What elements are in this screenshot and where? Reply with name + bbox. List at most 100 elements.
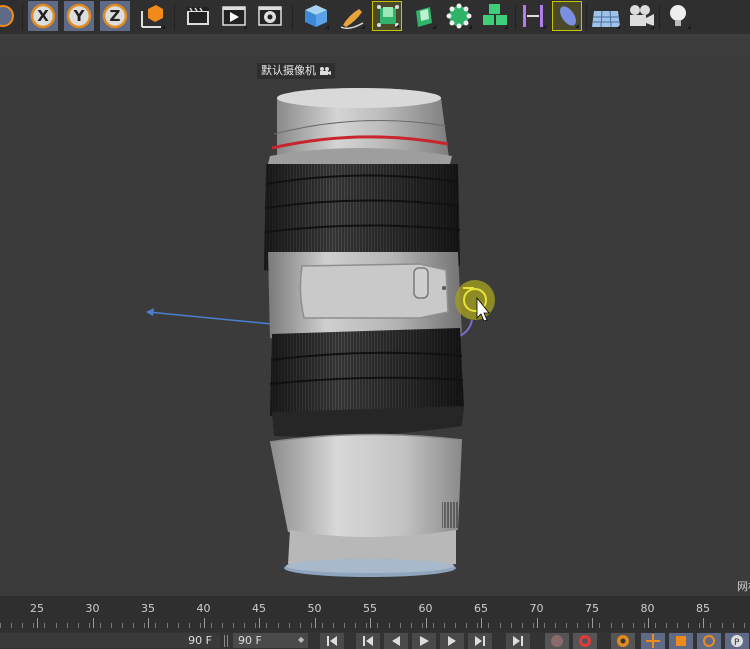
ruler-minor-tick	[77, 623, 79, 628]
subdivision-button[interactable]	[372, 1, 402, 31]
cube-button[interactable]	[301, 1, 331, 31]
scale-icon	[676, 636, 686, 646]
next-key-button[interactable]	[468, 633, 492, 649]
ruler-minor-tick	[643, 623, 645, 628]
ruler-label: 35	[141, 602, 155, 615]
ruler-minor-tick	[555, 623, 556, 628]
parameter-key-button[interactable]: P	[725, 633, 749, 649]
ruler-label: 45	[252, 602, 266, 615]
autokey-button[interactable]	[573, 633, 597, 649]
light-button[interactable]	[663, 1, 693, 31]
view-menu-strip	[0, 34, 750, 56]
ruler-minor-tick	[244, 623, 246, 628]
camera-label[interactable]: 默认摄像机	[257, 63, 335, 79]
ruler-minor-tick	[410, 623, 412, 628]
ruler-minor-tick	[654, 623, 656, 628]
previous-frame-icon	[392, 636, 400, 646]
ruler-major-tick	[536, 618, 538, 628]
ruler-minor-tick	[44, 623, 46, 628]
ruler-major-tick	[647, 618, 649, 628]
coordinate-system-icon	[0, 5, 14, 27]
playback-controls: 90 F 90 F ◆ P	[0, 632, 750, 649]
ruler-minor-tick	[22, 623, 24, 628]
floor-button[interactable]	[590, 1, 622, 31]
go-to-end-button[interactable]	[506, 633, 530, 649]
coordinate-system-button[interactable]	[0, 1, 18, 31]
axis-x-button[interactable]: X	[28, 1, 58, 31]
ruler-minor-tick	[455, 623, 457, 628]
render-view-button[interactable]	[183, 1, 213, 31]
ruler-minor-tick	[610, 623, 612, 628]
ruler-minor-tick	[699, 623, 701, 628]
svg-text:P: P	[734, 638, 740, 648]
ruler-minor-tick	[0, 623, 1, 628]
deformer-button[interactable]	[518, 1, 548, 31]
play-icon	[420, 636, 429, 646]
play-button[interactable]	[412, 633, 436, 649]
ruler-minor-tick	[710, 623, 712, 628]
record-keys-button[interactable]	[545, 633, 569, 649]
camera-button[interactable]	[626, 1, 656, 31]
ruler-minor-tick	[233, 623, 235, 628]
gear-icon	[617, 635, 629, 647]
ruler-label: 25	[30, 602, 44, 615]
render-picture-viewer-button[interactable]	[219, 1, 249, 31]
position-key-button[interactable]	[641, 633, 665, 649]
ruler-minor-tick	[521, 623, 523, 628]
ruler-minor-tick	[421, 623, 423, 628]
ruler-minor-tick	[88, 623, 90, 628]
world-coordinates-button[interactable]	[137, 1, 167, 31]
ruler-minor-tick	[432, 623, 434, 628]
ruler-minor-tick	[666, 623, 667, 628]
axis-x-label: X	[37, 7, 49, 25]
ruler-minor-tick	[122, 623, 124, 628]
ruler-minor-tick	[333, 623, 334, 628]
bend-button[interactable]	[552, 1, 582, 31]
axis-z-label: Z	[109, 7, 121, 25]
next-frame-button[interactable]	[440, 633, 464, 649]
end-frame-input[interactable]: 90 F	[233, 633, 308, 648]
ruler-minor-tick	[288, 623, 290, 628]
ruler-major-tick	[203, 618, 205, 628]
render-settings-icon	[258, 6, 282, 26]
ruler-minor-tick	[532, 623, 534, 628]
timeline-ruler[interactable]: 25 30 35 40 45 50 55 60 65 70 75 80 85	[0, 596, 750, 632]
ruler-minor-tick	[488, 623, 490, 628]
ruler-minor-tick	[177, 623, 179, 628]
ruler-label: 55	[363, 602, 377, 615]
pen-button[interactable]	[337, 1, 367, 31]
ruler-minor-tick	[444, 623, 445, 628]
keyframe-selection-button[interactable]	[611, 633, 635, 649]
render-settings-button[interactable]	[255, 1, 285, 31]
ruler-minor-tick	[399, 623, 401, 628]
ruler-label: 80	[640, 602, 655, 615]
previous-key-button[interactable]	[356, 633, 380, 649]
grid-spacing-label: 网格	[737, 580, 750, 593]
axis-y-button[interactable]: Y	[64, 1, 94, 31]
spinner-arrows-icon[interactable]: ◆	[298, 635, 304, 644]
3d-viewport[interactable]	[0, 56, 750, 596]
ruler-minor-tick	[199, 623, 201, 628]
ruler-minor-tick	[33, 623, 35, 628]
axis-z-button[interactable]: Z	[100, 1, 130, 31]
ruler-minor-tick	[477, 623, 479, 628]
ruler-label: 75	[585, 602, 599, 615]
ruler-minor-tick	[466, 623, 468, 628]
ruler-minor-tick	[255, 623, 257, 628]
ruler-minor-tick	[133, 623, 135, 628]
ruler-minor-tick	[111, 623, 112, 628]
rotation-key-button[interactable]	[697, 633, 721, 649]
ruler-minor-tick	[188, 623, 190, 628]
ruler-label: 65	[474, 602, 488, 615]
go-to-start-button[interactable]	[320, 633, 344, 649]
ruler-minor-tick	[588, 623, 590, 628]
ruler-minor-tick	[632, 623, 634, 628]
ruler-minor-tick	[743, 623, 745, 628]
ruler-minor-tick	[155, 623, 157, 628]
render-view-icon	[187, 7, 209, 25]
previous-frame-button[interactable]	[384, 633, 408, 649]
cloner-button[interactable]	[480, 1, 510, 31]
extrude-button[interactable]	[408, 1, 438, 31]
scale-key-button[interactable]	[669, 633, 693, 649]
polygon-mesh-button[interactable]	[444, 1, 474, 31]
